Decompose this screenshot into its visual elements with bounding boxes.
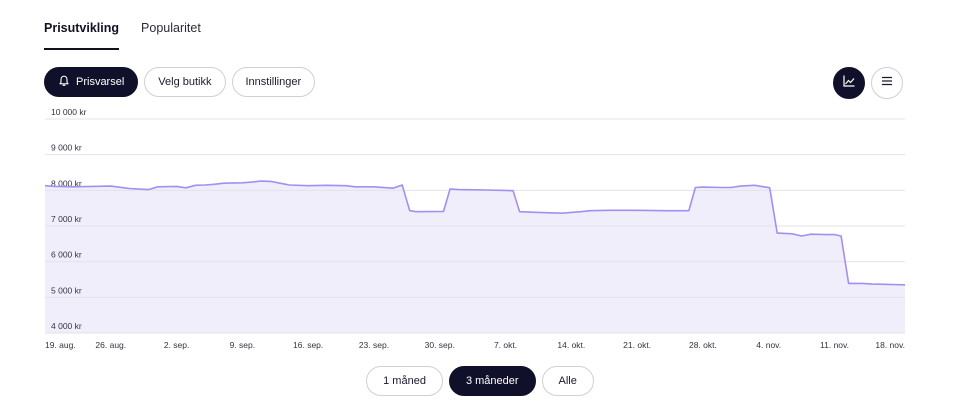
y-tick-label: 5 000 kr (51, 285, 82, 295)
tab-popularitet[interactable]: Popularitet (141, 0, 201, 50)
line-chart-icon (842, 74, 856, 93)
choose-store-button[interactable]: Velg butikk (144, 67, 226, 97)
x-tick-label: 16. sep. (293, 340, 323, 350)
tab-prisutvikling[interactable]: Prisutvikling (44, 0, 120, 50)
x-tick-label: 4. nov. (756, 340, 781, 350)
settings-button[interactable]: Innstillinger (231, 67, 316, 97)
y-tick-label: 7 000 kr (51, 214, 82, 224)
x-tick-label: 30. sep. (425, 340, 455, 350)
x-tick-label: 11. nov. (820, 340, 849, 350)
price-alert-label: Prisvarsel (76, 76, 125, 88)
range-3-months-button[interactable]: 3 måneder (448, 366, 536, 396)
x-tick-label: 9. sep. (230, 340, 256, 350)
chart-view-button[interactable] (833, 67, 865, 99)
list-view-button[interactable] (871, 67, 903, 99)
x-tick-label: 26. aug. (95, 340, 126, 350)
price-alert-button[interactable]: Prisvarsel (44, 67, 139, 97)
view-toggle (833, 67, 903, 99)
x-tick-label: 19. aug. (45, 340, 76, 350)
y-tick-label: 6 000 kr (51, 250, 82, 260)
chart-toolbar: Prisvarsel Velg butikk Innstillinger (44, 67, 316, 97)
y-tick-label: 9 000 kr (51, 143, 82, 153)
time-range-selector: 1 måned 3 måneder Alle (0, 366, 960, 396)
price-area-fill (45, 181, 905, 333)
x-tick-label: 2. sep. (164, 340, 190, 350)
x-tick-label: 7. okt. (494, 340, 517, 350)
y-tick-label: 10 000 kr (51, 107, 87, 117)
bell-icon (58, 75, 70, 90)
range-all-button[interactable]: Alle (541, 366, 594, 396)
range-1-month-button[interactable]: 1 måned (366, 366, 443, 396)
x-tick-label: 28. okt. (689, 340, 717, 350)
tab-bar: Prisutvikling Popularitet (44, 0, 201, 52)
y-tick-label: 4 000 kr (51, 321, 82, 331)
x-tick-label: 21. okt. (623, 340, 651, 350)
menu-icon (880, 74, 894, 93)
x-tick-label: 14. okt. (557, 340, 585, 350)
x-tick-label: 23. sep. (359, 340, 389, 350)
price-history-chart: 10 000 kr9 000 kr8 000 kr7 000 kr6 000 k… (44, 107, 906, 350)
x-tick-label: 18. nov. (875, 340, 905, 350)
